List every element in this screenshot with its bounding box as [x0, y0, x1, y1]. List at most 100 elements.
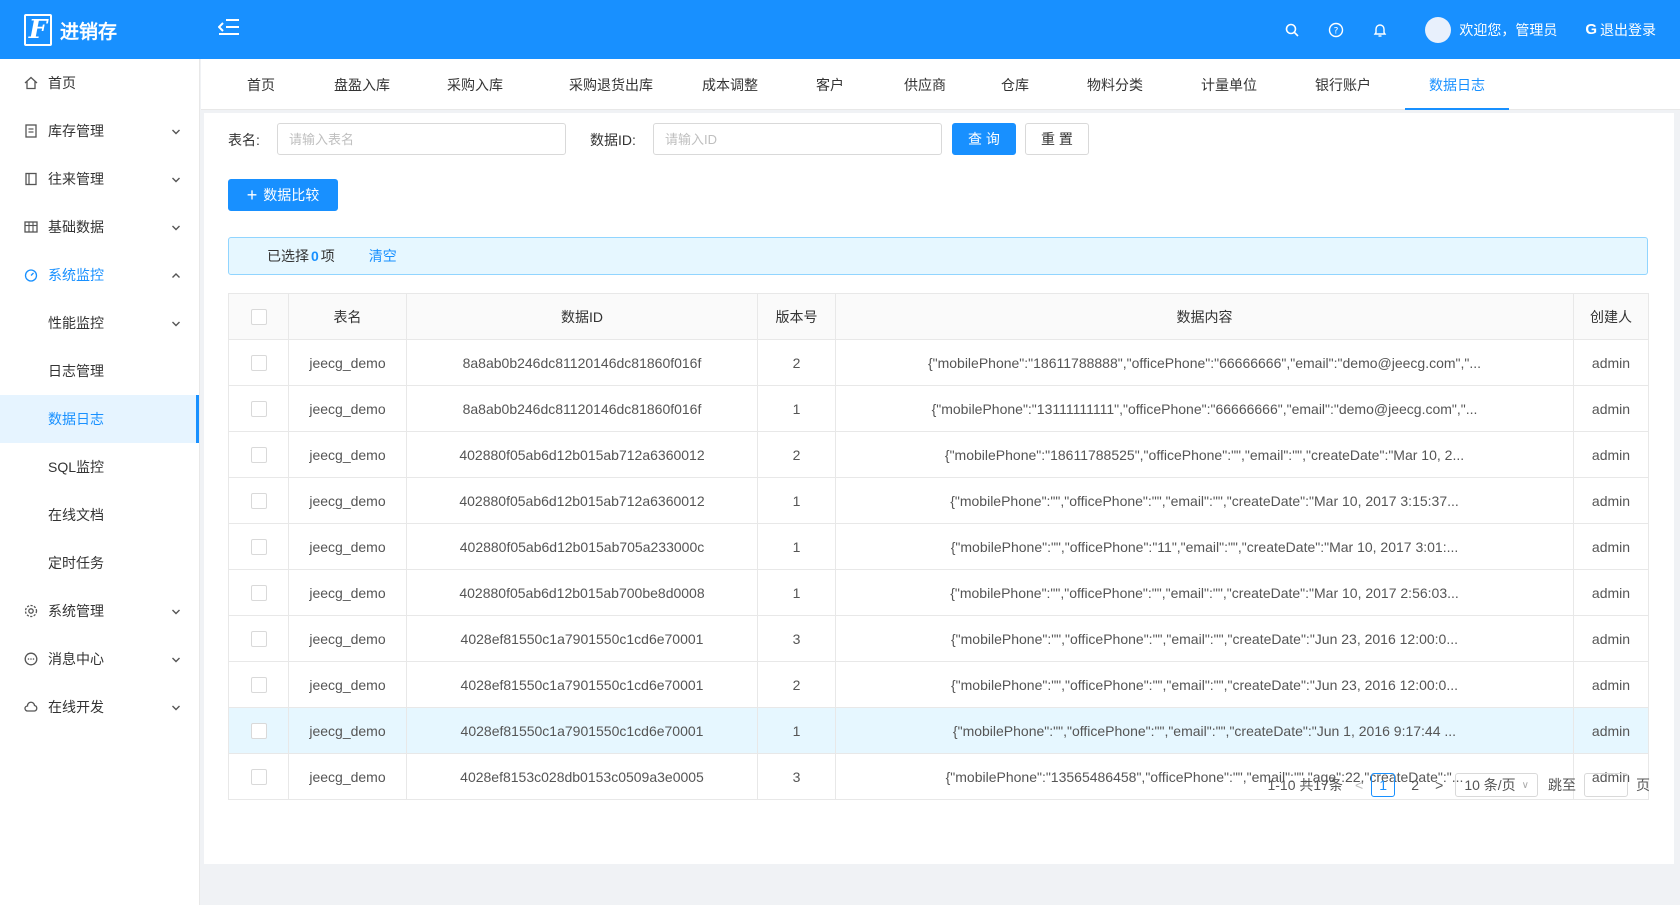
table-cell: 3 — [757, 615, 836, 662]
sidebar-item-contacts[interactable]: 往来管理 — [0, 155, 199, 203]
plus-icon: + — [246, 185, 258, 205]
row-checkbox[interactable] — [250, 401, 267, 418]
page-2-button[interactable]: 2 — [1403, 773, 1427, 797]
table-cell: jeecg_demo — [288, 477, 407, 524]
table-row[interactable]: jeecg_demo 4028ef81550c1a7901550c1cd6e700… — [228, 661, 1649, 708]
data-log-table: 表名 数据ID 版本号 数据内容 创建人 jeecg_demo 8a8ab0b24… — [228, 293, 1649, 800]
pagination: 1-10 共17条 < 1 2 > 10 条/页 ∨ 跳至 页 — [1267, 772, 1650, 798]
checkbox-cell — [228, 385, 289, 432]
app-title: 进销存 — [60, 21, 118, 43]
table-row-highlighted[interactable]: jeecg_demo 4028ef81550c1a7901550c1cd6e700… — [228, 707, 1649, 754]
row-checkbox[interactable] — [250, 677, 267, 694]
bell-icon[interactable] — [1371, 21, 1389, 39]
row-checkbox[interactable] — [250, 539, 267, 556]
sidebar-subitem-docs[interactable]: 在线文档 — [0, 491, 199, 539]
top-header: F 进销存 ? 欢迎您，管理员 G 退出登录 — [0, 0, 1680, 59]
column-header[interactable]: 数据内容 — [835, 293, 1574, 340]
data-id-input[interactable] — [653, 123, 942, 155]
next-page-button[interactable]: > — [1435, 777, 1443, 793]
row-checkbox[interactable] — [250, 355, 267, 372]
query-button[interactable]: 查 询 — [952, 123, 1016, 155]
tab-unit[interactable]: 计量单位 — [1184, 59, 1274, 110]
table-icon — [24, 220, 38, 234]
tab-customer[interactable]: 客户 — [800, 59, 860, 110]
tab-material-category[interactable]: 物料分类 — [1070, 59, 1160, 110]
column-header[interactable]: 创建人 — [1573, 293, 1649, 340]
table-cell: jeecg_demo — [288, 569, 407, 616]
sidebar-subitem-tasks[interactable]: 定时任务 — [0, 539, 199, 587]
tab-purchase-return[interactable]: 采购退货出库 — [546, 59, 676, 110]
table-cell: admin — [1573, 569, 1649, 616]
clear-link[interactable]: 清空 — [369, 246, 397, 266]
sidebar-item-label: 库存管理 — [48, 123, 104, 139]
logout-label: 退出登录 — [1600, 21, 1656, 38]
sidebar-subitem-log[interactable]: 日志管理 — [0, 347, 199, 395]
reset-button[interactable]: 重 置 — [1025, 123, 1089, 155]
sidebar-subitem-label: 数据日志 — [48, 411, 104, 427]
table-cell: {"mobilePhone":"18611788888","officePhon… — [835, 339, 1574, 386]
row-checkbox[interactable] — [250, 493, 267, 510]
tab-warehouse[interactable]: 仓库 — [985, 59, 1045, 110]
search-icon[interactable] — [1283, 21, 1301, 39]
selection-suffix: 项 — [320, 248, 335, 264]
tab-inventory-gain[interactable]: 盘盈入库 — [322, 59, 402, 110]
sidebar-item-messages[interactable]: 消息中心 — [0, 635, 199, 683]
sidebar-item-monitor[interactable]: 系统监控 — [0, 251, 199, 299]
sidebar-item-system[interactable]: 系统管理 — [0, 587, 199, 635]
row-checkbox[interactable] — [250, 723, 267, 740]
tab-supplier[interactable]: 供应商 — [890, 59, 960, 110]
tab-data-log[interactable]: 数据日志 — [1405, 59, 1509, 110]
compare-button[interactable]: + 数据比较 — [228, 179, 338, 211]
welcome-text[interactable]: 欢迎您，管理员 — [1459, 20, 1557, 40]
table-row[interactable]: jeecg_demo 402880f05ab6d12b015ab700be8d00… — [228, 569, 1649, 616]
sidebar-subitem-sql[interactable]: SQL监控 — [0, 443, 199, 491]
sidebar-subitem-performance[interactable]: 性能监控 — [0, 299, 199, 347]
selection-alert: 已选择 0 项 清空 — [228, 237, 1648, 275]
table-row[interactable]: jeecg_demo 8a8ab0b246dc81120146dc81860f01… — [228, 385, 1649, 432]
page-size-select[interactable]: 10 条/页 ∨ — [1455, 773, 1538, 797]
table-row[interactable]: jeecg_demo 8a8ab0b246dc81120146dc81860f01… — [228, 339, 1649, 386]
sidebar-subitem-data-log[interactable]: 数据日志 — [0, 395, 199, 443]
tab-purchase-in[interactable]: 采购入库 — [435, 59, 515, 110]
help-icon[interactable]: ? — [1327, 21, 1345, 39]
row-checkbox[interactable] — [250, 631, 267, 648]
row-checkbox[interactable] — [250, 769, 267, 786]
prev-page-button[interactable]: < — [1355, 777, 1363, 793]
column-header[interactable]: 版本号 — [757, 293, 836, 340]
tab-home[interactable]: 首页 — [231, 59, 291, 110]
row-checkbox[interactable] — [250, 585, 267, 602]
column-header[interactable]: 表名 — [288, 293, 407, 340]
table-cell: admin — [1573, 707, 1649, 754]
avatar[interactable] — [1425, 16, 1452, 43]
table-cell: admin — [1573, 477, 1649, 524]
table-name-input[interactable] — [277, 123, 566, 155]
sidebar-item-online-dev[interactable]: 在线开发 — [0, 683, 199, 731]
chevron-down-icon — [171, 124, 181, 135]
sidebar-item-inventory[interactable]: 库存管理 — [0, 107, 199, 155]
row-checkbox[interactable] — [250, 447, 267, 464]
header-actions: ? 欢迎您，管理员 G 退出登录 — [1257, 0, 1656, 59]
select-all-checkbox[interactable] — [250, 309, 267, 326]
tab-cost-adjust[interactable]: 成本调整 — [690, 59, 770, 110]
table-cell: 402880f05ab6d12b015ab705a233000c — [406, 523, 758, 570]
menu-fold-icon[interactable] — [217, 17, 240, 37]
tab-bank-account[interactable]: 银行账户 — [1298, 59, 1388, 110]
chevron-down-icon — [171, 700, 181, 711]
app-logo[interactable]: F 进销存 — [24, 14, 117, 46]
table-cell: 402880f05ab6d12b015ab712a6360012 — [406, 477, 758, 524]
book-icon — [24, 172, 38, 186]
logout-link[interactable]: G 退出登录 — [1585, 20, 1656, 40]
table-row[interactable]: jeecg_demo 402880f05ab6d12b015ab712a63600… — [228, 477, 1649, 524]
checkbox-cell — [228, 431, 289, 478]
sidebar-item-home[interactable]: 首页 — [0, 59, 199, 107]
table-cell: {"mobilePhone":"","officePhone":"","emai… — [835, 661, 1574, 708]
sidebar-subitem-label: 定时任务 — [48, 555, 104, 571]
column-header[interactable]: 数据ID — [406, 293, 758, 340]
table-row[interactable]: jeecg_demo 402880f05ab6d12b015ab712a63600… — [228, 431, 1649, 478]
page-1-button[interactable]: 1 — [1371, 773, 1396, 797]
sidebar-item-basic-data[interactable]: 基础数据 — [0, 203, 199, 251]
jump-input[interactable] — [1584, 773, 1628, 797]
table-row[interactable]: jeecg_demo 402880f05ab6d12b015ab705a23300… — [228, 523, 1649, 570]
table-row[interactable]: jeecg_demo 4028ef81550c1a7901550c1cd6e700… — [228, 615, 1649, 662]
table-cell: 1 — [757, 385, 836, 432]
